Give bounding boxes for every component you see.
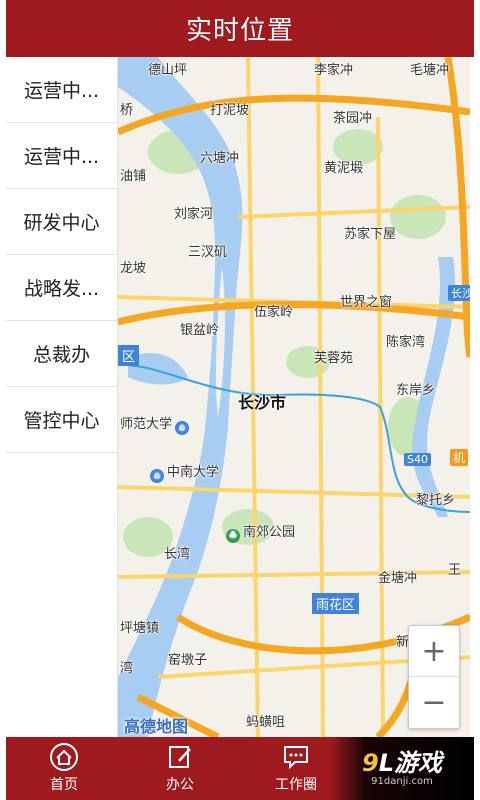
map-label: 三汊矶 [188,245,228,260]
location-map[interactable]: 德山坪 李家冲 毛塘冲 桥 打泥坡 茶园冲 油铺 六塘冲 黄泥塅 刘家河 苏家下… [118,57,470,737]
map-road-badge: 长沙 [448,285,470,301]
map-label: 金塘冲 [378,571,418,586]
tab-home[interactable]: 首页 [6,737,122,800]
map-label: 芙蓉苑 [314,351,354,366]
app-header: 实时位置 [6,0,474,57]
page-title: 实时位置 [185,16,294,46]
map-label: 苏家下屋 [344,227,397,242]
map-label: 蚂蟥咀 [246,715,286,730]
map-label: 窑墩子 [168,653,208,668]
map-label: ⌂ 中南大学 [150,461,219,483]
department-sidebar: 运营中... 运营中... 研发中心 战略发... 总裁办 管控中心 [6,57,118,737]
home-icon [50,743,78,771]
site-watermark: 9L游戏 91danji.com [330,737,474,800]
tab-workcircle-label: 工作圈 [275,777,317,793]
map-label: 油铺 [120,169,147,184]
map-label: 长湾 [164,547,191,562]
sidebar-item-operations-2[interactable]: 运营中... [6,123,117,189]
map-label: ♣ 南郊公园 [226,521,295,543]
map-label: 茶园冲 [333,111,373,126]
edit-icon [169,746,191,768]
zoom-control: + − [408,625,460,729]
map-label: 黄泥塅 [324,161,364,176]
map-label: 德山坪 [148,63,188,78]
map-label: 湾 [120,661,134,676]
tab-office-label: 办公 [166,777,194,793]
map-label: 六塘冲 [200,151,240,166]
map-city-label: 长沙市 [238,393,287,412]
zoom-in-button[interactable]: + [409,626,459,677]
sidebar-item-operations-1[interactable]: 运营中... [6,57,117,123]
map-label: 伍家岭 [254,305,294,320]
map-district-badge: 雨花区 [312,593,360,614]
map-label: 刘家河 [174,207,214,222]
watermark-logo: 9L游戏 [362,749,442,777]
map-district-badge: 区 [118,345,140,366]
chat-icon [284,746,308,770]
map-label: 王 [448,563,462,578]
map-label: 李家冲 [314,63,354,78]
map-label: 陈家湾 [386,335,426,350]
map-label: 龙坡 [120,261,147,276]
map-label: 毛塘冲 [410,63,450,78]
tab-office[interactable]: 办公 [122,737,238,800]
sidebar-item-rnd-center[interactable]: 研发中心 [6,189,117,255]
map-label: 坪塘镇 [120,621,160,636]
sidebar-item-president-office[interactable]: 总裁办 [6,321,117,387]
map-road-badge: S40 [404,453,431,466]
sidebar-item-control-center[interactable]: 管控中心 [6,387,117,453]
map-label: 世界之窗 [340,295,393,310]
map-road-badge: 机 [450,449,469,466]
map-label: 师范大学 ⌂ [120,413,192,435]
watermark-url: 91danji.com [371,776,433,787]
map-label: 黎托乡 [416,493,456,508]
sidebar-item-strategy[interactable]: 战略发... [6,255,117,321]
map-label: 桥 [120,103,134,118]
zoom-out-button[interactable]: − [409,677,459,728]
map-label: 银盆岭 [180,323,220,338]
map-label: 打泥坡 [210,103,250,118]
tab-home-label: 首页 [50,777,78,793]
map-label: 东岸乡 [396,383,436,398]
map-brand-logo: 高德地图 [124,717,189,736]
